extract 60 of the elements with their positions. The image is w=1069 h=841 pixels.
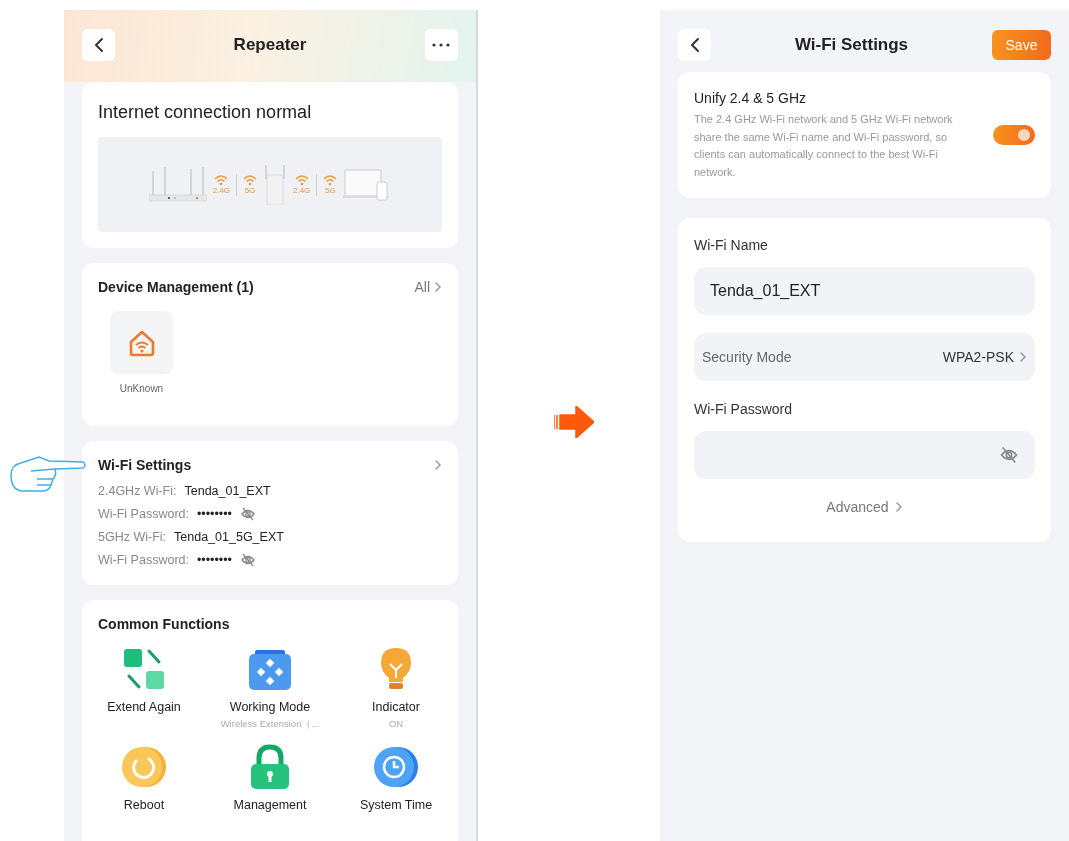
section-title: Device Management (1) xyxy=(98,279,254,295)
field-label: 2.4GHz Wi-Fi: xyxy=(98,483,177,500)
back-button[interactable] xyxy=(82,29,115,61)
eye-slash-icon xyxy=(240,552,256,568)
section-title: Common Functions xyxy=(98,616,231,632)
squares-icon xyxy=(121,646,167,692)
section-title: Wi-Fi Settings xyxy=(98,457,192,473)
laptop-drawing xyxy=(343,167,392,202)
band-label: 2.4G xyxy=(212,186,230,195)
wifi-icon xyxy=(323,174,338,186)
advanced-link[interactable]: Advanced xyxy=(820,497,909,516)
router-drawing xyxy=(148,166,207,203)
field-label: Wi-Fi Name xyxy=(694,236,769,253)
refresh-icon xyxy=(121,744,167,790)
password-dots: •••••••• xyxy=(197,506,232,523)
arrow-icon xyxy=(554,406,594,438)
setting-title: Unify 2.4 & 5 GHz xyxy=(694,90,808,106)
chevron-right-icon xyxy=(434,460,442,470)
wifi-icon xyxy=(294,174,309,186)
function-status: Wireless Extension（... xyxy=(220,718,320,731)
field-label: Wi-Fi Password xyxy=(694,400,793,417)
password-input-field[interactable] xyxy=(694,430,1035,479)
chevron-right-icon xyxy=(1019,351,1027,362)
all-link[interactable]: All xyxy=(414,279,442,295)
eye-slash-icon xyxy=(999,444,1019,465)
name-input-field[interactable]: Tenda_01_EXT xyxy=(694,266,1035,315)
extender-drawing xyxy=(263,164,287,205)
pointing-hand-icon xyxy=(9,453,87,493)
field-label: Wi-Fi Password: xyxy=(98,552,189,569)
eye-slash-icon xyxy=(240,506,256,522)
function-item[interactable]: Indicator ON xyxy=(333,646,459,736)
function-item[interactable]: System Time xyxy=(333,744,459,834)
band-label: 2.4G xyxy=(293,186,311,195)
wifi-icon xyxy=(243,174,257,186)
field-label: Wi-Fi Password: xyxy=(98,506,189,523)
security-mode-row[interactable]: Security Mode WPA2-PSK xyxy=(694,332,1035,381)
function-item[interactable]: Extend Again xyxy=(81,646,207,736)
function-item[interactable]: Management xyxy=(207,744,333,834)
screen-title: Repeater xyxy=(233,34,307,56)
more-icon xyxy=(432,43,451,47)
wifi-icon xyxy=(214,174,229,186)
screen-title: Wi-Fi Settings xyxy=(794,34,909,56)
setting-description: The 2.4 GHz Wi-Fi network and 5 GHz Wi-Fi network share the same Wi-Fi name and Wi-Fi password, so clients can automatically connect to the best Wi-Fi network. xyxy=(694,112,954,181)
chevron-right-icon xyxy=(434,282,442,292)
function-status: ON xyxy=(388,718,404,729)
field-value: Tenda_01_5G_EXT xyxy=(174,529,284,546)
wifi-settings-card[interactable]: Wi-Fi Settings 2.4GHz Wi-Fi: Tenda_01_EXT Wi-Fi Password: •••••••• 5GHz Wi-Fi: Tenda_01_5G_EXT Wi-Fi Password: •••••••• xyxy=(82,441,458,585)
toggle-switch[interactable] xyxy=(993,124,1035,145)
field-value: Tenda_01_EXT xyxy=(184,483,271,500)
clock-icon xyxy=(373,744,419,790)
status-text: Internet connection normal xyxy=(98,102,313,123)
more-button[interactable] xyxy=(425,29,458,61)
band-label: 5G xyxy=(325,186,336,195)
password-dots: •••••••• xyxy=(197,552,232,569)
back-button[interactable] xyxy=(678,29,711,61)
field-label: 5GHz Wi-Fi: xyxy=(98,529,167,546)
function-item[interactable]: Working Mode Wireless Extension（... xyxy=(207,646,333,736)
band-label: 5G xyxy=(244,186,256,195)
chevron-right-icon xyxy=(894,501,903,512)
function-item[interactable]: Reboot xyxy=(81,744,207,834)
